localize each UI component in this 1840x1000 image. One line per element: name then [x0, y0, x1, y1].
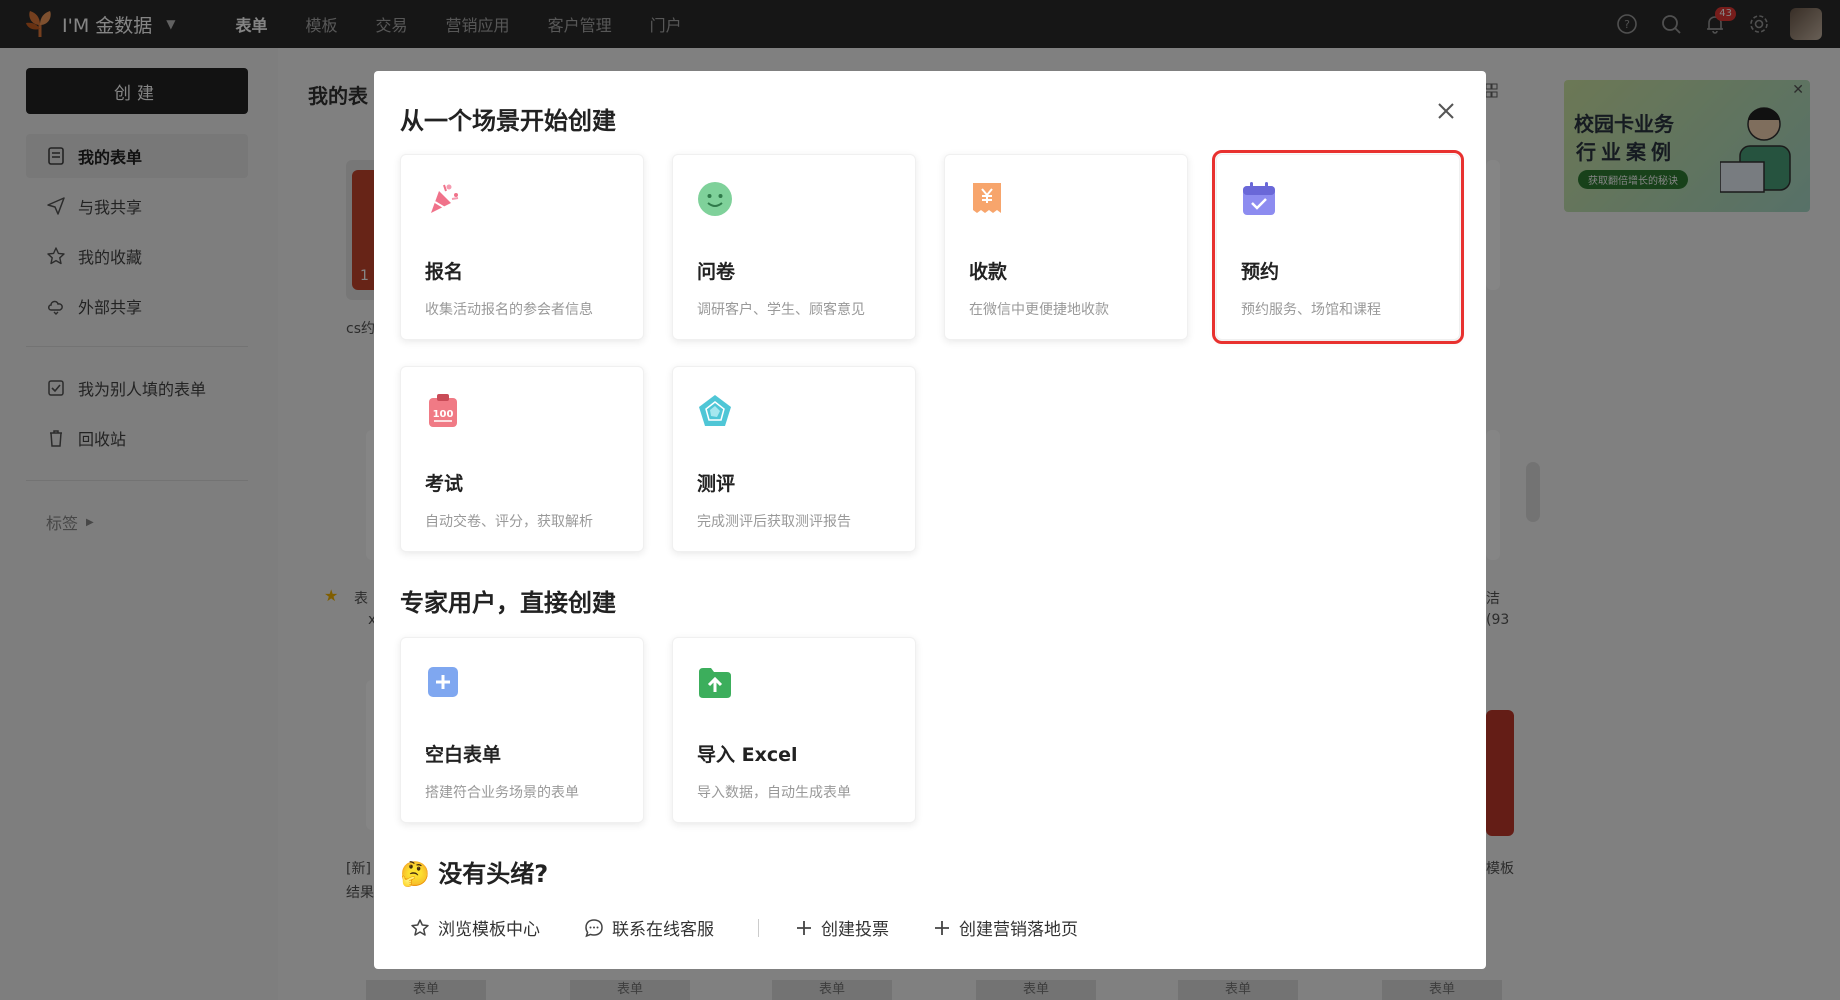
- expert-desc: 导入数据，自动生成表单: [697, 785, 851, 801]
- scene-title: 考试: [425, 473, 464, 495]
- scene-desc: 收集活动报名的参会者信息: [425, 302, 593, 318]
- plus-icon: [797, 920, 811, 935]
- blank-form-card[interactable]: 空白表单 搭建符合业务场景的表单: [400, 637, 644, 823]
- scene-title: 收款: [969, 261, 1008, 283]
- scene-desc: 在微信中更便捷地收款: [969, 302, 1109, 318]
- create-form-dialog: 从一个场景开始创建 报名 收集活动报名的参会者信息 问卷 调研客户、学生、顾客意…: [374, 71, 1486, 969]
- expert-title: 空白表单: [425, 744, 502, 766]
- link-label: 创建投票: [821, 920, 889, 940]
- pentagon-chart-icon: [699, 395, 731, 426]
- expert-section-title: 专家用户，直接创建: [400, 589, 616, 617]
- contact-support-link[interactable]: 联系在线客服: [584, 915, 714, 940]
- thinking-face-icon: 🤔: [400, 860, 430, 888]
- plus-square-icon: [428, 667, 458, 697]
- scene-card-payment[interactable]: 收款 在微信中更便捷地收款: [944, 154, 1188, 340]
- chat-bubble-icon: [585, 918, 603, 937]
- party-popper-icon: [431, 184, 459, 213]
- link-divider: [758, 918, 759, 937]
- browse-templates-link[interactable]: 浏览模板中心: [410, 915, 540, 940]
- scene-card-exam[interactable]: 100 考试 自动交卷、评分，获取解析: [400, 366, 644, 552]
- scene-title: 测评: [697, 473, 736, 495]
- upload-folder-icon: [699, 668, 731, 698]
- expert-desc: 搭建符合业务场景的表单: [425, 785, 579, 801]
- star-badge-icon: [411, 918, 429, 936]
- close-icon[interactable]: [1432, 97, 1460, 125]
- scene-title: 报名: [425, 261, 464, 283]
- scene-card-assessment[interactable]: 测评 完成测评后获取测评报告: [672, 366, 916, 552]
- import-excel-card[interactable]: 导入 Excel 导入数据，自动生成表单: [672, 637, 916, 823]
- link-label: 浏览模板中心: [438, 920, 540, 940]
- svg-text:100: 100: [433, 409, 454, 420]
- receipt-yen-icon: [973, 183, 1001, 213]
- exam-clipboard-icon: 100: [429, 394, 457, 427]
- scene-desc: 完成测评后获取测评报告: [697, 514, 851, 530]
- link-label: 联系在线客服: [612, 920, 714, 940]
- create-vote-link[interactable]: 创建投票: [795, 915, 889, 940]
- no-idea-title: 🤔 没有头绪?: [400, 854, 548, 889]
- calendar-check-icon: [1243, 182, 1275, 215]
- scene-card-survey[interactable]: 问卷 调研客户、学生、顾客意见: [672, 154, 916, 340]
- scene-title: 问卷: [697, 261, 736, 283]
- scene-title: 预约: [1241, 261, 1280, 283]
- scene-desc: 预约服务、场馆和课程: [1241, 302, 1381, 318]
- plus-icon: [935, 920, 949, 935]
- scene-card-registration[interactable]: 报名 收集活动报名的参会者信息: [400, 154, 644, 340]
- scene-card-booking[interactable]: 预约 预约服务、场馆和课程: [1212, 150, 1464, 344]
- create-landing-page-link[interactable]: 创建营销落地页: [933, 915, 1078, 940]
- link-label: 创建营销落地页: [959, 920, 1078, 940]
- expert-title: 导入 Excel: [697, 744, 798, 766]
- dialog-title: 从一个场景开始创建: [400, 107, 616, 135]
- no-idea-label: 没有头绪?: [438, 860, 549, 888]
- smiley-icon: [698, 182, 732, 216]
- quick-links: 浏览模板中心 联系在线客服 创建投票 创建营销落地页: [410, 915, 1122, 940]
- scene-desc: 调研客户、学生、顾客意见: [697, 302, 865, 318]
- scene-desc: 自动交卷、评分，获取解析: [425, 514, 593, 530]
